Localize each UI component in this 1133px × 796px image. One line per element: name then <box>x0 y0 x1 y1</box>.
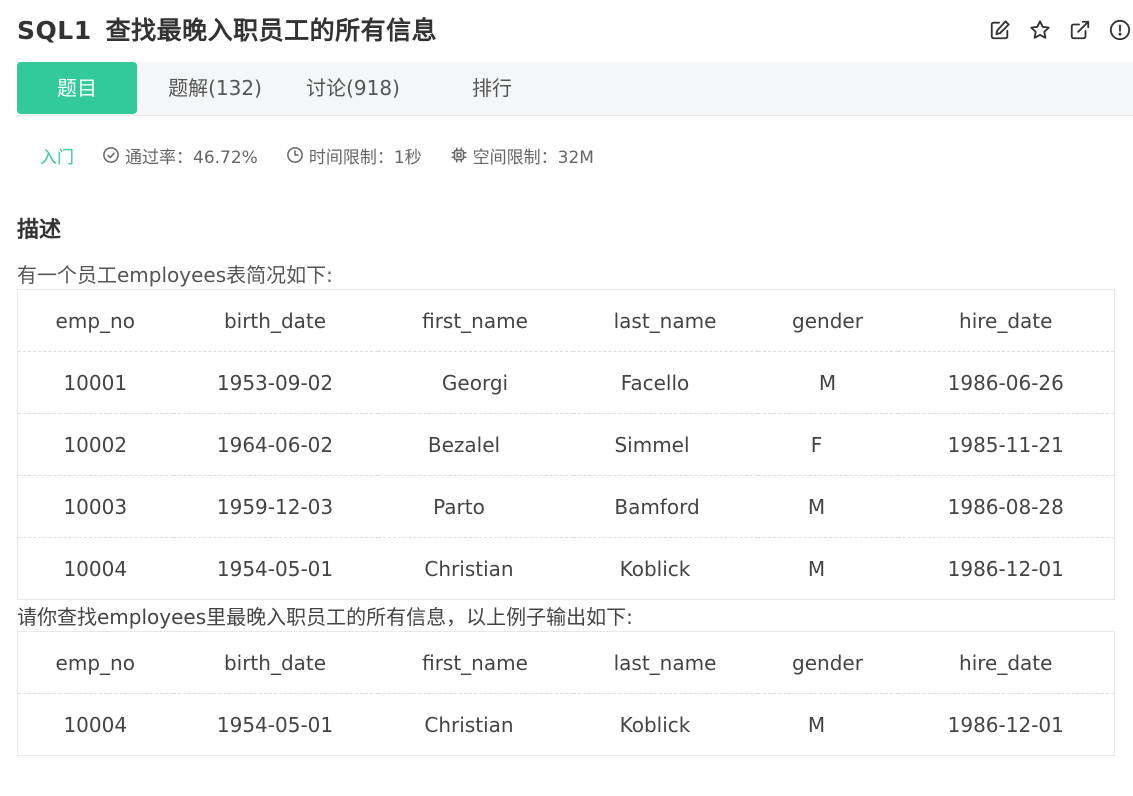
tab-ranking[interactable]: 排行 <box>447 62 537 115</box>
table-cell: 10003 <box>17 475 173 538</box>
table-cell: M <box>807 556 826 581</box>
table-cell: Koblick <box>619 556 691 581</box>
difficulty-badge: 入门 <box>40 147 74 168</box>
table-cell: M <box>757 351 898 414</box>
table-cell: Simmel <box>572 413 758 476</box>
clock-icon <box>286 147 303 163</box>
pass-rate: 通过率：46.72% <box>102 143 258 168</box>
title-actions <box>973 17 1133 43</box>
column-header: first_name <box>377 289 573 352</box>
space-limit: 空间限制：32M <box>450 143 594 168</box>
table-cell: M <box>807 712 826 737</box>
time-limit-text: 时间限制：1秒 <box>308 147 422 168</box>
table-cell: 1986-12-01 <box>947 712 1064 737</box>
star-icon <box>1030 20 1050 39</box>
table-cell: 1986-06-26 <box>897 351 1115 414</box>
table-cell: 1986-08-28 <box>897 475 1115 538</box>
page-title: SQL1 查找最晚入职员工的所有信息 <box>17 11 437 47</box>
employees-table: emp_no birth_date first_name last_name g… <box>17 289 1115 600</box>
column-header: birth_date <box>172 289 378 352</box>
table-header-row: emp_no birth_date first_name last_name g… <box>17 631 1115 694</box>
description-prompt: 请你查找employees里最晚入职员工的所有信息，以上例子输出如下: <box>17 605 633 629</box>
table-cell: Bezalel <box>377 413 573 476</box>
table-cell: 1964-06-02 <box>172 413 378 476</box>
column-header: emp_no <box>17 289 173 352</box>
column-header: hire_date <box>897 289 1115 352</box>
column-header: last_name <box>572 631 758 694</box>
column-header: birth_date <box>172 631 378 694</box>
question-title: 查找最晚入职员工的所有信息 <box>105 16 438 45</box>
report-button[interactable] <box>1107 17 1133 43</box>
description-intro: 有一个员工employees表简况如下: <box>17 263 333 287</box>
table-cell: 1959-12-03 <box>172 475 378 538</box>
table-cell: 1986-12-01 <box>947 556 1064 581</box>
table-cell: 1954-05-01 <box>216 712 334 737</box>
external-link-icon <box>1070 20 1090 40</box>
table-cell: M <box>757 475 898 538</box>
table-header-row: emp_no birth_date first_name last_name g… <box>17 289 1115 352</box>
table-cell: 10002 <box>17 413 173 476</box>
edit-button[interactable] <box>987 17 1013 43</box>
space-limit-text: 空间限制：32M <box>472 147 594 168</box>
column-header: emp_no <box>17 631 173 694</box>
table-cell: Parto <box>377 475 573 538</box>
tab-problem[interactable]: 题目 <box>17 62 137 114</box>
table-cell: 10004 <box>63 712 128 737</box>
table-cell: 1954-05-01 <box>216 556 334 581</box>
question-id: SQL1 <box>17 16 92 45</box>
table-cell: Bamford <box>572 475 758 538</box>
tab-bar: 题目 题解(132) 讨论(918) 排行 <box>17 62 1133 116</box>
check-circle-icon <box>103 147 119 163</box>
table-row: 10002 1964-06-02 Bezalel Simmel F 1985-1… <box>17 413 1115 476</box>
table-cell: 1953-09-02 <box>172 351 378 414</box>
table-row: 10004 1954-05-01 Christian Koblick M 198… <box>18 538 1115 600</box>
column-header: gender <box>757 289 898 352</box>
table-cell: Christian <box>424 712 514 737</box>
share-button[interactable] <box>1067 17 1093 43</box>
time-limit: 时间限制：1秒 <box>286 143 422 168</box>
table-cell: Koblick <box>619 712 691 737</box>
table-cell: Facello <box>572 351 758 414</box>
report-icon <box>1109 19 1131 41</box>
table-cell: 10001 <box>17 351 173 414</box>
table-row: 10004 1954-05-01 Christian Koblick M 198… <box>18 694 1115 756</box>
table-cell: Christian <box>424 556 514 581</box>
column-header: first_name <box>377 631 573 694</box>
tab-solutions[interactable]: 题解(132) <box>153 62 277 115</box>
favorite-button[interactable] <box>1027 17 1053 43</box>
table-cell: Georgi <box>377 351 573 414</box>
table-cell: 1985-11-21 <box>897 413 1115 476</box>
table-row: 10001 1953-09-02 Georgi Facello M 1986-0… <box>17 351 1115 414</box>
section-heading: 描述 <box>17 218 62 243</box>
table-cell: F <box>757 413 898 476</box>
title-bar: SQL1 查找最晚入职员工的所有信息 <box>0 0 1133 60</box>
tab-discussion[interactable]: 讨论(918) <box>289 62 417 115</box>
table-row: 10003 1959-12-03 Parto Bamford M 1986-08… <box>17 475 1115 538</box>
expected-output-table: emp_no birth_date first_name last_name g… <box>17 631 1115 756</box>
column-header: gender <box>757 631 898 694</box>
chip-icon <box>451 147 467 163</box>
pass-rate-text: 通过率：46.72% <box>125 147 258 168</box>
edit-icon <box>990 20 1010 40</box>
column-header: last_name <box>572 289 758 352</box>
column-header: hire_date <box>897 631 1115 694</box>
table-cell: 10004 <box>63 556 128 581</box>
problem-meta: 入门 通过率：46.72% 时间限制：1秒 空间限制：32M <box>40 142 622 168</box>
